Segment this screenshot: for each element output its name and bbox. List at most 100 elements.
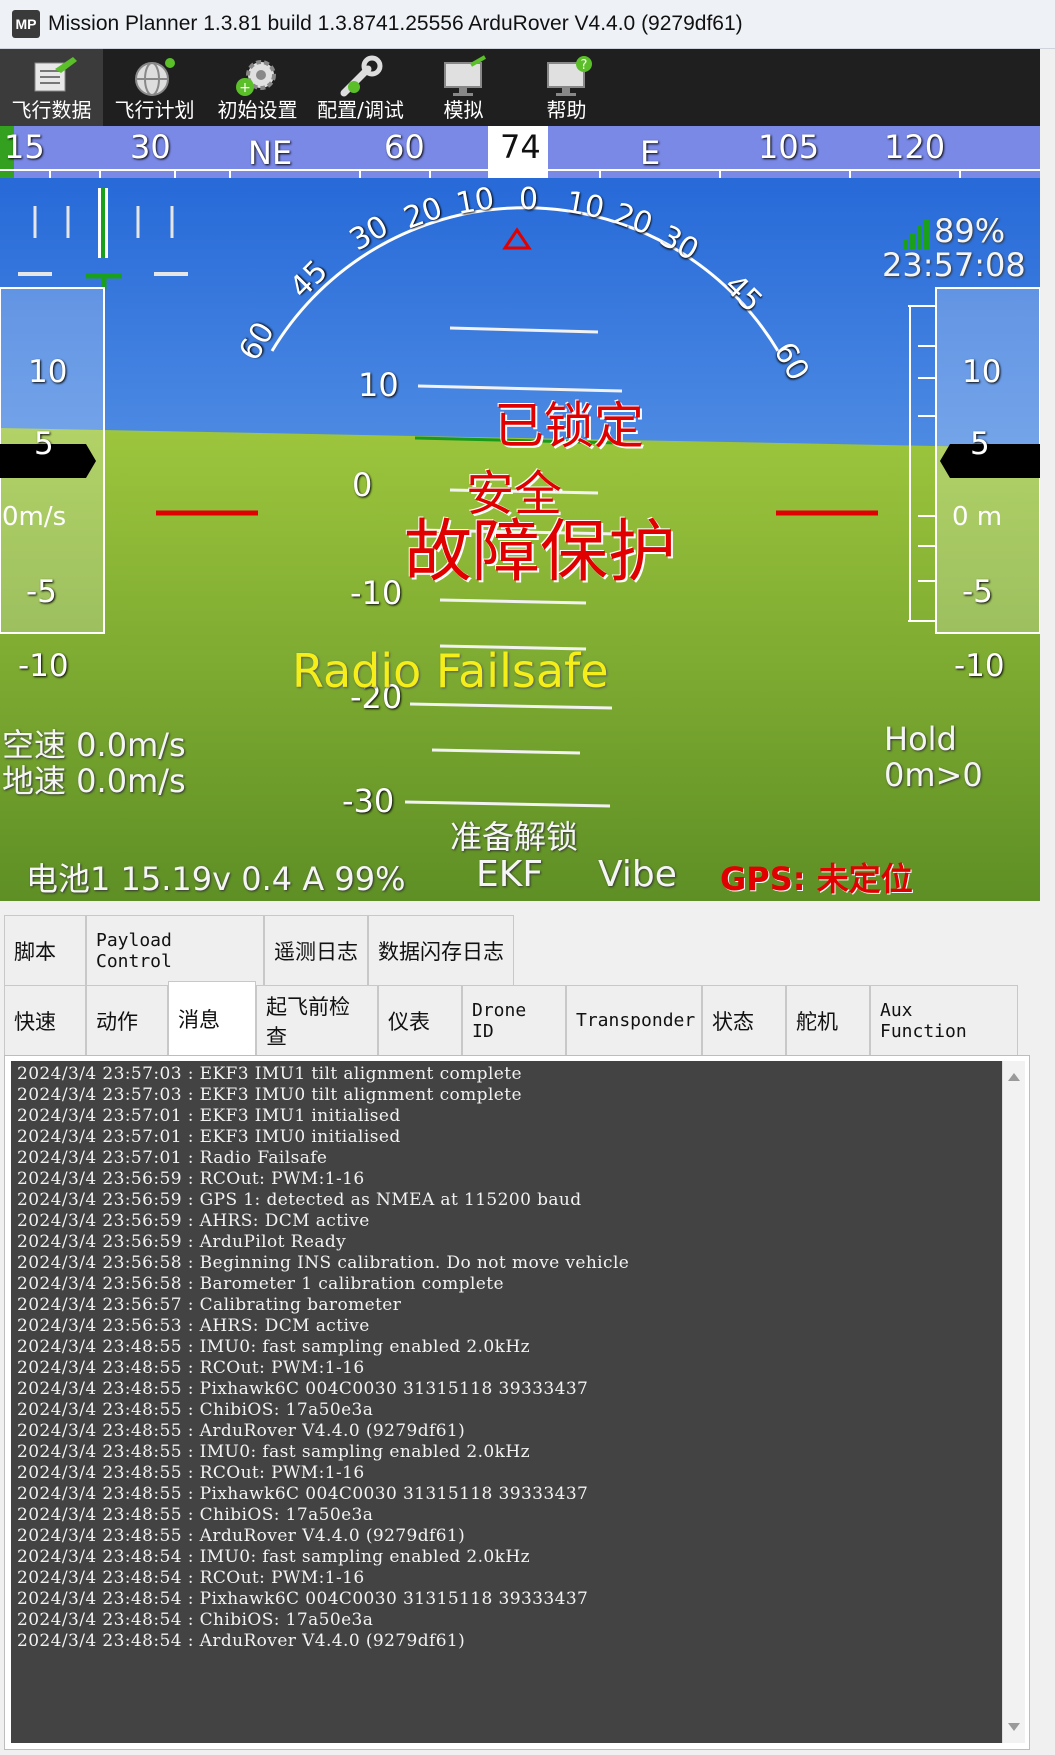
message-line: 2024/3/4 23:48:55 : RCOut: PWM:1-16 — [17, 1463, 365, 1483]
battery-readout: 电池1 15.19v 0.4 A 99% — [26, 860, 406, 898]
window-title: Mission Planner 1.3.81 build 1.3.8741.25… — [48, 12, 743, 35]
roll-label: 10 — [563, 184, 607, 227]
svg-text:?: ? — [580, 58, 587, 73]
message-line: 2024/3/4 23:56:59 : ArduPilot Ready — [17, 1232, 347, 1252]
tab-telemetry-logs[interactable]: 遥测日志 — [264, 915, 368, 985]
message-line: 2024/3/4 23:48:54 : Pixhawk6C 004C0030 3… — [17, 1589, 589, 1609]
speed-tape-label: -5 — [26, 574, 57, 610]
armed-status-text: 已锁定 — [494, 397, 644, 455]
tab-payload-control[interactable]: Payload Control — [86, 915, 264, 985]
altitude-tape-label: 5 — [970, 426, 990, 462]
message-line: 2024/3/4 23:57:01 : EKF3 IMU0 initialise… — [17, 1127, 401, 1147]
toolbar-help-button[interactable]: ? 帮助 — [515, 49, 618, 126]
heading-current: 74 — [500, 128, 541, 166]
message-line: 2024/3/4 23:48:55 : ArduRover V4.4.0 (92… — [17, 1421, 466, 1441]
message-line: 2024/3/4 23:57:03 : EKF3 IMU1 tilt align… — [17, 1064, 522, 1084]
tab-drone-id[interactable]: Drone ID — [462, 985, 566, 1055]
message-line: 2024/3/4 23:48:55 : ChibiOS: 17a50e3a — [17, 1400, 374, 1420]
toolbar-label: 配置/调试 — [317, 98, 404, 122]
message-line: 2024/3/4 23:48:55 : ArduRover V4.4.0 (92… — [17, 1526, 466, 1546]
roll-label: 10 — [453, 180, 497, 223]
messages-scrollbar[interactable] — [1002, 1061, 1025, 1743]
clock-time: 23:57:08 — [882, 246, 1026, 284]
prearm-status-text: 准备解锁 — [450, 818, 579, 856]
altitude-current-value: 0 m — [952, 502, 1003, 532]
message-line: 2024/3/4 23:57:01 : Radio Failsafe — [17, 1148, 328, 1168]
waypoint-distance-readout: 0m>0 — [884, 756, 983, 794]
message-line: 2024/3/4 23:48:54 : IMU0: fast sampling … — [17, 1547, 530, 1567]
message-line: 2024/3/4 23:48:54 : ArduRover V4.4.0 (92… — [17, 1631, 466, 1651]
tab-servo[interactable]: 舵机 — [786, 985, 870, 1055]
toolbar-label: 初始设置 — [217, 98, 298, 122]
link-quality-percent: 89% — [934, 212, 1006, 250]
message-line: 2024/3/4 23:56:59 : RCOut: PWM:1-16 — [17, 1169, 365, 1189]
tab-row-2: 快速 动作 消息 起飞前检查 仪表 Drone ID Transponder 状… — [4, 981, 1018, 1055]
vibe-status-button[interactable]: Vibe — [598, 854, 677, 895]
toolbar-initial-setup-button[interactable]: + 初始设置 — [206, 49, 309, 126]
data-tabs: 脚本 Payload Control 遥测日志 数据闪存日志 快速 动作 消息 … — [0, 901, 1040, 1055]
scroll-up-arrow-icon[interactable] — [1008, 1073, 1020, 1081]
message-line: 2024/3/4 23:48:55 : Pixhawk6C 004C0030 3… — [17, 1484, 589, 1504]
heading-label: 30 — [130, 128, 171, 166]
radio-failsafe-text: Radio Failsafe — [292, 644, 609, 698]
message-line: 2024/3/4 23:57:03 : EKF3 IMU0 tilt align… — [17, 1085, 522, 1105]
pitch-label: 0 — [352, 466, 373, 504]
ekf-status-button[interactable]: EKF — [476, 854, 543, 895]
roll-label: 0 — [519, 182, 539, 217]
speed-tape-label: 5 — [34, 426, 54, 462]
tab-aux-function[interactable]: Aux Function — [870, 985, 1018, 1055]
speed-tape-label: 10 — [28, 354, 68, 390]
tab-dataflash-logs[interactable]: 数据闪存日志 — [368, 915, 514, 985]
failsafe-status-text: 故障保护 — [404, 513, 677, 592]
scroll-down-arrow-icon[interactable] — [1008, 1723, 1020, 1731]
mission-planner-logo-icon: MP — [12, 10, 40, 38]
message-line: 2024/3/4 23:48:55 : IMU0: fast sampling … — [17, 1337, 530, 1357]
message-line: 2024/3/4 23:48:55 : Pixhawk6C 004C0030 3… — [17, 1379, 589, 1399]
heading-label: 105 — [758, 128, 820, 166]
heading-label: 15 — [4, 128, 45, 166]
toolbar-config-tuning-button[interactable]: 配置/调试 — [309, 49, 412, 126]
altitude-pointer — [940, 444, 1040, 478]
message-line: 2024/3/4 23:56:53 : AHRS: DCM active — [17, 1316, 370, 1336]
toolbar-flight-plan-button[interactable]: 飞行计划 — [103, 49, 206, 126]
tab-messages[interactable]: 消息 — [168, 981, 256, 1055]
heading-label: 120 — [884, 128, 946, 166]
tab-gauges[interactable]: 仪表 — [378, 985, 462, 1055]
hud-display[interactable]: 15 30 NE 60 74 E 105 120 60 45 30 20 10 … — [0, 126, 1040, 901]
message-line: 2024/3/4 23:56:59 : GPS 1: detected as N… — [17, 1190, 582, 1210]
window-title-bar: MP Mission Planner 1.3.81 build 1.3.8741… — [0, 0, 1055, 49]
tab-row-1: 脚本 Payload Control 遥测日志 数据闪存日志 — [4, 915, 514, 985]
speed-current-value: 0m/s — [2, 502, 67, 532]
pitch-label: 10 — [358, 366, 399, 404]
toolbar-label: 帮助 — [546, 98, 587, 122]
altitude-tape-label: -10 — [954, 648, 1005, 684]
toolbar-label: 模拟 — [443, 98, 484, 122]
pitch-label: -10 — [350, 574, 403, 612]
message-line: 2024/3/4 23:48:55 : RCOut: PWM:1-16 — [17, 1358, 365, 1378]
groundspeed-readout: 地速 0.0m/s — [2, 762, 186, 800]
message-line: 2024/3/4 23:48:55 : ChibiOS: 17a50e3a — [17, 1505, 374, 1525]
tab-status[interactable]: 状态 — [702, 985, 786, 1055]
toolbar-flight-data-button[interactable]: 飞行数据 — [0, 49, 103, 126]
heading-label: NE — [248, 134, 293, 172]
tab-quick[interactable]: 快速 — [4, 985, 86, 1055]
flight-mode-readout: Hold — [884, 720, 957, 758]
heading-label: 60 — [384, 128, 425, 166]
altitude-tape-label: -5 — [962, 574, 993, 610]
tab-transponder[interactable]: Transponder — [566, 985, 702, 1055]
message-line: 2024/3/4 23:56:58 : Beginning INS calibr… — [17, 1253, 630, 1273]
tab-actions[interactable]: 动作 — [86, 985, 168, 1055]
messages-list: 2024/3/4 23:57:03 : EKF3 IMU1 tilt align… — [17, 1064, 997, 1652]
message-line: 2024/3/4 23:56:57 : Calibrating baromete… — [17, 1295, 402, 1315]
message-line: 2024/3/4 23:48:54 : ChibiOS: 17a50e3a — [17, 1610, 374, 1630]
altitude-tape-label: 10 — [962, 354, 1002, 390]
tab-scripts[interactable]: 脚本 — [4, 915, 86, 985]
toolbar-simulation-button[interactable]: 模拟 — [412, 49, 515, 126]
message-line: 2024/3/4 23:57:01 : EKF3 IMU1 initialise… — [17, 1106, 401, 1126]
messages-panel: 2024/3/4 23:57:03 : EKF3 IMU1 tilt align… — [4, 1055, 1030, 1750]
message-line: 2024/3/4 23:56:59 : AHRS: DCM active — [17, 1211, 370, 1231]
messages-log[interactable]: 2024/3/4 23:57:03 : EKF3 IMU1 tilt align… — [11, 1061, 1003, 1743]
pitch-label: -30 — [342, 782, 395, 820]
message-line: 2024/3/4 23:48:55 : IMU0: fast sampling … — [17, 1442, 530, 1462]
tab-preflight[interactable]: 起飞前检查 — [256, 985, 378, 1055]
